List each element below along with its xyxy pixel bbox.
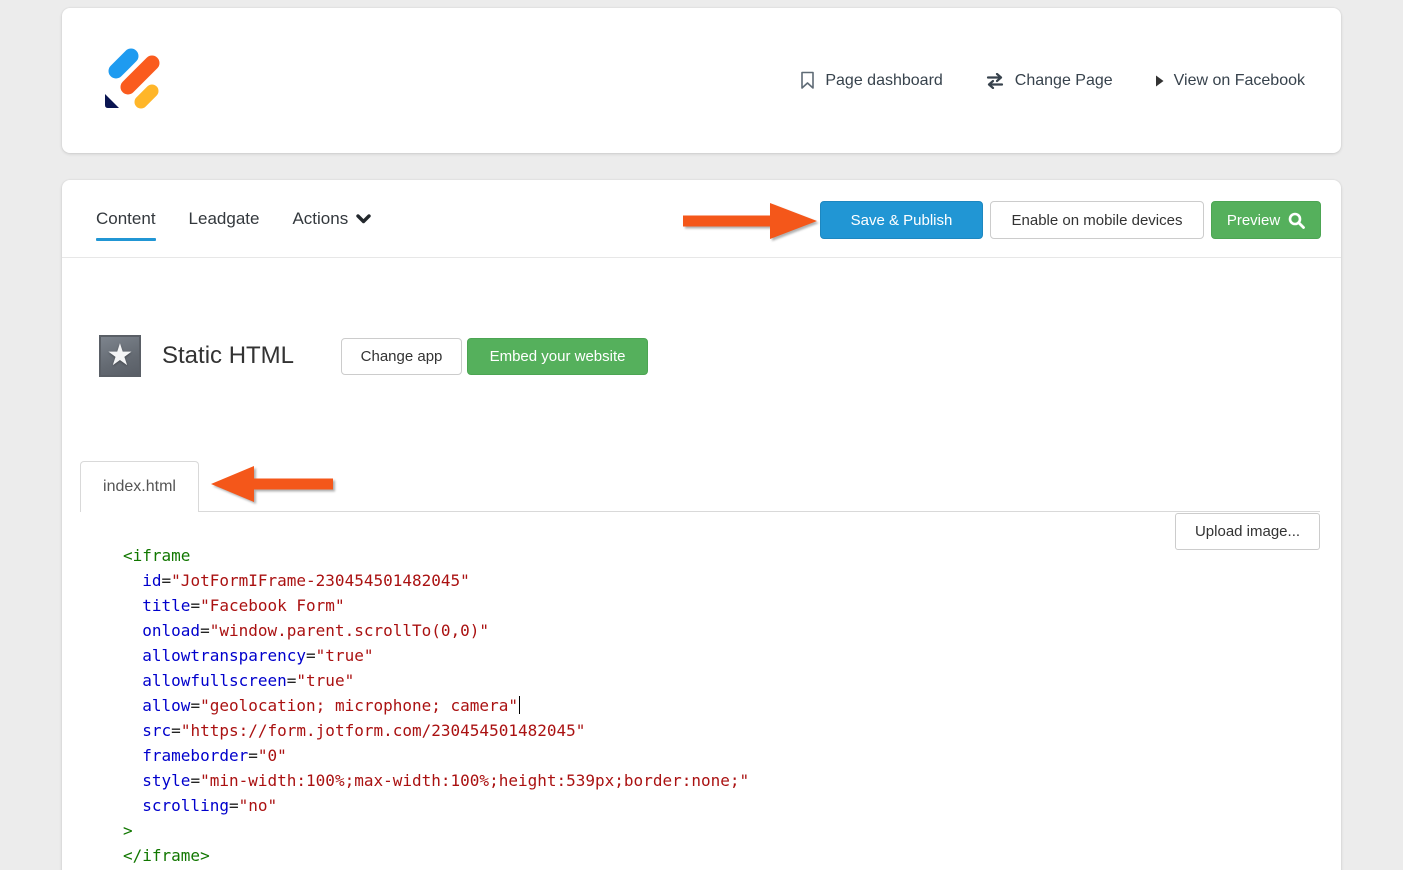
- code-line[interactable]: allowfullscreen="true": [123, 668, 1160, 693]
- code-line[interactable]: onload="window.parent.scrollTo(0,0)": [123, 618, 1160, 643]
- code-editor[interactable]: <iframe id="JotFormIFrame-23045450148204…: [123, 543, 1160, 868]
- tab-label: Content: [96, 208, 156, 228]
- code-token: =: [228, 796, 239, 815]
- static-html-app-icon: ★: [99, 335, 141, 377]
- code-token: =: [161, 571, 172, 590]
- toolbar-tabs: Content Leadgate Actions: [96, 180, 371, 257]
- code-line[interactable]: id="JotFormIFrame-230454501482045": [123, 568, 1160, 593]
- code-token: scrolling: [142, 796, 229, 815]
- code-line[interactable]: allowtransparency="true": [123, 643, 1160, 668]
- code-token: "geolocation; microphone; camera": [200, 696, 518, 715]
- code-token: allowtransparency: [142, 646, 307, 665]
- header-link-label: Change Page: [1014, 71, 1113, 89]
- app-title-row: ★ Static HTML Change app Embed your webs…: [99, 335, 649, 377]
- annotation-arrow-left: [211, 466, 333, 502]
- code-token: "true": [296, 671, 355, 690]
- code-token: style: [142, 771, 191, 790]
- code-line[interactable]: <iframe: [123, 543, 1160, 568]
- toolbar-buttons: Save & Publish Enable on mobile devices …: [820, 201, 1321, 239]
- code-line[interactable]: </iframe>: [123, 843, 1160, 868]
- file-tab-index-html[interactable]: index.html: [80, 461, 199, 512]
- header-link-page-dashboard[interactable]: Page dashboard: [800, 71, 943, 90]
- header-link-change-page[interactable]: Change Page: [985, 72, 1113, 90]
- code-token: =: [190, 771, 201, 790]
- code-line[interactable]: >: [123, 818, 1160, 843]
- code-line[interactable]: style="min-width:100%;max-width:100%;hei…: [123, 768, 1160, 793]
- code-line[interactable]: allow="geolocation; microphone; camera": [123, 693, 1160, 718]
- code-token: =: [248, 746, 258, 765]
- tab-label: Actions: [292, 208, 349, 228]
- tab-label: Leadgate: [188, 208, 260, 228]
- bookmark-icon: [801, 71, 815, 89]
- code-line[interactable]: scrolling="no": [123, 793, 1160, 818]
- code-token: </iframe>: [123, 846, 210, 865]
- code-token: "0": [257, 746, 287, 765]
- code-token: src: [142, 721, 172, 740]
- jotform-logo: [105, 48, 160, 109]
- code-token: "true": [315, 646, 374, 665]
- chevron-down-icon: [356, 213, 371, 223]
- code-token: "min-width:100%;max-width:100%;height:53…: [200, 771, 750, 790]
- play-triangle-icon: [1155, 75, 1164, 86]
- code-token: allowfullscreen: [142, 671, 287, 690]
- save-publish-button[interactable]: Save & Publish: [820, 201, 983, 239]
- code-token: "no": [238, 796, 278, 815]
- active-tab-underline: [96, 238, 156, 241]
- code-token: =: [171, 721, 181, 740]
- header-link-label: View on Facebook: [1173, 71, 1305, 89]
- code-token: =: [306, 646, 316, 665]
- app-editor-card: Content Leadgate Actions Save & Publish …: [62, 180, 1341, 870]
- upload-image-button[interactable]: Upload image...: [1175, 513, 1320, 550]
- code-token: =: [190, 696, 201, 715]
- code-token: "Facebook Form": [200, 596, 345, 615]
- code-token: =: [286, 671, 297, 690]
- code-token: onload: [142, 621, 201, 640]
- code-editor-panel: Upload image... <iframe id="JotFormIFram…: [80, 511, 1320, 870]
- code-token: title: [142, 596, 191, 615]
- code-line[interactable]: title="Facebook Form": [123, 593, 1160, 618]
- annotation-arrow-right: [683, 203, 817, 239]
- enable-mobile-button[interactable]: Enable on mobile devices: [990, 201, 1204, 239]
- code-token: "JotFormIFrame-230454501482045": [171, 571, 470, 590]
- code-token: =: [200, 621, 210, 640]
- page-title: Static HTML: [162, 342, 295, 369]
- toolbar: Content Leadgate Actions Save & Publish …: [62, 180, 1341, 258]
- file-tab-label: index.html: [103, 478, 176, 495]
- tab-actions[interactable]: Actions: [292, 180, 371, 257]
- change-app-button[interactable]: Change app: [341, 337, 463, 375]
- code-token: "window.parent.scrollTo(0,0)": [209, 621, 490, 640]
- code-token: >: [123, 821, 133, 840]
- tab-content[interactable]: Content: [96, 180, 156, 257]
- header-link-view-on-facebook[interactable]: View on Facebook: [1155, 72, 1305, 90]
- code-line[interactable]: src="https://form.jotform.com/2304545014…: [123, 718, 1160, 743]
- embed-website-button[interactable]: Embed your website: [467, 337, 649, 375]
- code-token: <iframe: [123, 546, 191, 565]
- code-token: frameborder: [142, 746, 249, 765]
- code-line[interactable]: frameborder="0": [123, 743, 1160, 768]
- tab-leadgate[interactable]: Leadgate: [189, 180, 260, 257]
- magnifier-icon: [1288, 212, 1306, 229]
- code-token: "https://form.jotform.com/23045450148204…: [180, 721, 586, 740]
- text-cursor: [518, 696, 520, 714]
- code-token: id: [142, 571, 162, 590]
- header-link-label: Page dashboard: [825, 71, 943, 89]
- header-card: Page dashboard Change Page View on Faceb…: [62, 8, 1341, 153]
- header-links: Page dashboard Change Page View on Faceb…: [800, 8, 1305, 153]
- swap-arrows-icon: [986, 72, 1003, 89]
- code-token: =: [190, 596, 201, 615]
- preview-button-label: Preview: [1226, 211, 1281, 229]
- star-icon: ★: [106, 339, 134, 372]
- code-token: allow: [142, 696, 191, 715]
- preview-button[interactable]: Preview: [1211, 201, 1321, 239]
